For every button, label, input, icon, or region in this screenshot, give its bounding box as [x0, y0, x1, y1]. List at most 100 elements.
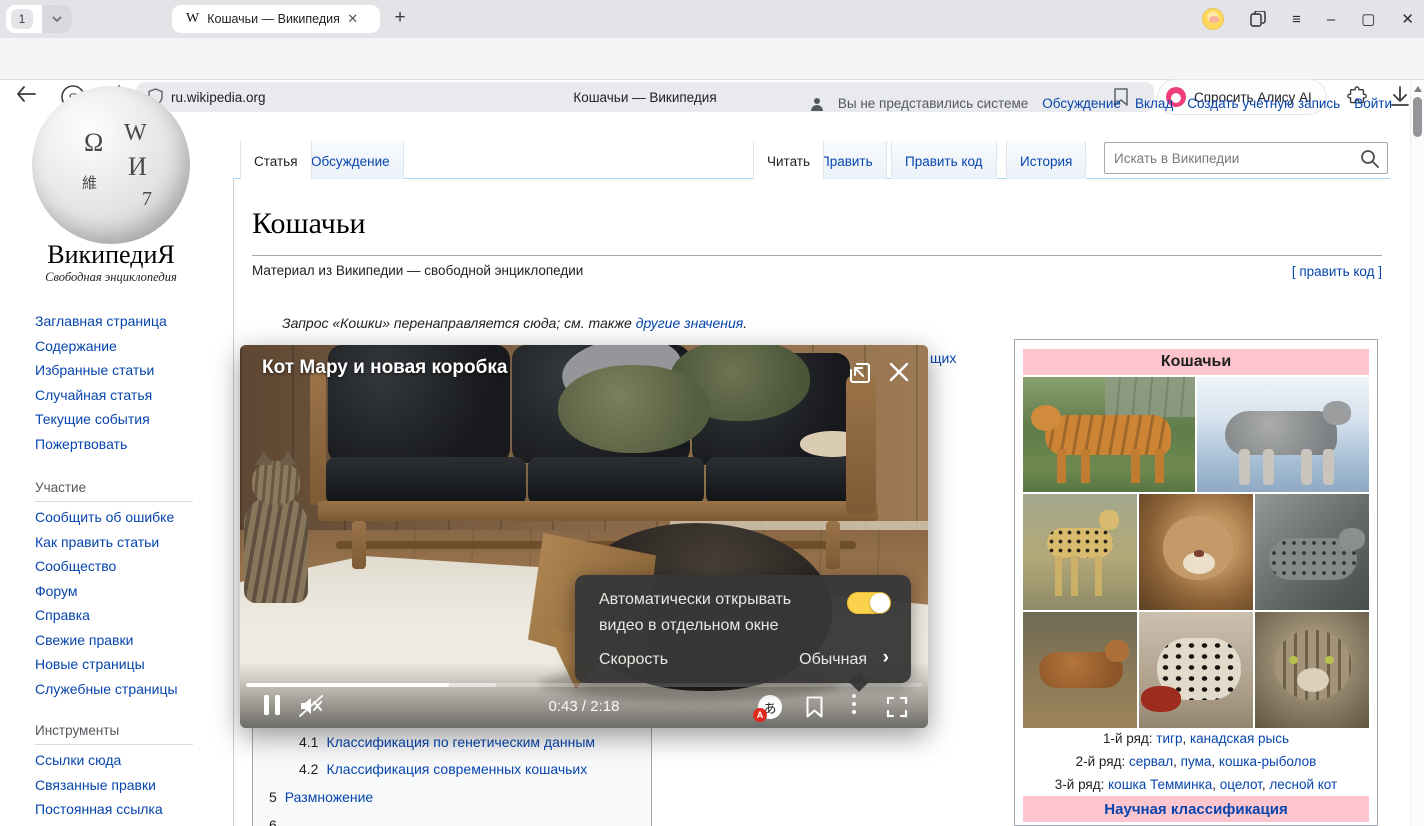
link-temminck-cat[interactable]: кошка Темминка: [1108, 777, 1212, 792]
sidebar-item-current-events[interactable]: Текущие события: [35, 411, 150, 427]
popout-icon[interactable]: [848, 361, 872, 385]
page-scrollbar[interactable]: [1410, 80, 1424, 826]
link-wildcat[interactable]: лесной кот: [1269, 777, 1337, 792]
scroll-up-arrow-icon[interactable]: [1414, 86, 1422, 92]
video-title: Кот Мару и новая коробка: [262, 357, 507, 379]
video-time: 0:43 / 2:18: [549, 698, 620, 715]
profile-avatar[interactable]: [1202, 8, 1224, 30]
sidebar-item-donate[interactable]: Пожертвовать: [35, 436, 127, 452]
video-menu-icon[interactable]: [852, 694, 856, 718]
downloads-icon[interactable]: [1390, 86, 1410, 108]
sidebar-item-recent-changes[interactable]: Свежие правки: [35, 632, 133, 648]
lynx-image[interactable]: [1197, 377, 1369, 492]
sidebar-item-random[interactable]: Случайная статья: [35, 387, 152, 403]
minimize-button[interactable]: –: [1327, 12, 1335, 27]
video-settings-popup: Автоматически открывать видео в отдельно…: [575, 575, 911, 683]
sidebar-item-special-pages[interactable]: Служебные страницы: [35, 681, 178, 697]
site-subtitle: Материал из Википедии — свободной энцикл…: [252, 263, 583, 278]
globe-glyph: 維: [82, 172, 97, 193]
sidebar-item-permanent-link[interactable]: Постоянная ссылка: [35, 801, 163, 817]
auto-open-toggle[interactable]: [847, 592, 891, 614]
save-bookmark-icon[interactable]: [806, 696, 823, 718]
sidebar-item-how-to-edit[interactable]: Как править статьи: [35, 534, 159, 550]
ocelot-image[interactable]: [1139, 612, 1253, 728]
tab-read[interactable]: Читать: [753, 141, 824, 179]
edit-source-link[interactable]: [ править код ]: [1292, 264, 1382, 279]
sidebar-item-featured[interactable]: Избранные статьи: [35, 362, 154, 378]
sidebar-item-main-page[interactable]: Заглавная страница: [35, 313, 167, 329]
link-fishing-cat[interactable]: кошка-рыболов: [1219, 754, 1316, 769]
puma-image[interactable]: [1139, 494, 1253, 610]
fishing-cat-image[interactable]: [1255, 494, 1369, 610]
taxobox-caption-row3: 3-й ряд: кошка Темминка, оцелот, лесной …: [1015, 777, 1377, 792]
wikipedia-wordmark[interactable]: ВикипедиЯ: [0, 240, 222, 270]
muted-volume-icon[interactable]: [298, 694, 324, 718]
link-puma[interactable]: пума: [1181, 754, 1212, 769]
toc-item[interactable]: 4.1Классификация по генетическим данным: [299, 734, 595, 750]
wikipedia-tagline: Свободная энциклопедия: [0, 270, 222, 285]
personal-link-contributions[interactable]: Вклад: [1135, 96, 1173, 111]
chevron-right-icon[interactable]: ›: [883, 647, 889, 669]
sidebar-item-report-error[interactable]: Сообщить об ошибке: [35, 509, 174, 525]
fullscreen-icon[interactable]: [886, 696, 908, 718]
tab-group-button[interactable]: 1: [6, 5, 72, 33]
sidebar-item-forum[interactable]: Форум: [35, 583, 78, 599]
browser-tab[interactable]: W Кошачьи — Википедия ✕: [172, 5, 380, 33]
sidebar-item-community[interactable]: Сообщество: [35, 558, 116, 574]
sidebar-item-help[interactable]: Справка: [35, 607, 90, 623]
new-tab-button[interactable]: +: [386, 4, 414, 32]
sidebar-header-tools: Инструменты: [35, 723, 193, 745]
personal-link-create-account[interactable]: Создать учётную запись: [1187, 96, 1340, 111]
tab-history[interactable]: История: [1006, 141, 1086, 179]
link-canada-lynx[interactable]: канадская рысь: [1190, 731, 1289, 746]
video-player[interactable]: Кот Мару и новая коробка 0:43 / 2:18 あ A: [240, 345, 928, 728]
video-close-icon[interactable]: [888, 361, 910, 383]
globe-glyph: Ω: [84, 128, 103, 158]
serval-image[interactable]: [1023, 494, 1137, 610]
tab-title: Кошачьи — Википедия: [207, 12, 347, 26]
sidebar-item-contents[interactable]: Содержание: [35, 338, 117, 354]
close-window-button[interactable]: ✕: [1401, 12, 1414, 27]
link-serval[interactable]: сервал: [1129, 754, 1173, 769]
wildcat-image[interactable]: [1255, 612, 1369, 728]
wiki-search: [1104, 142, 1388, 174]
personal-link-talk[interactable]: Обсуждение: [1042, 96, 1121, 111]
tab-article[interactable]: Статья: [240, 141, 312, 179]
scrollbar-thumb[interactable]: [1413, 97, 1422, 137]
temminck-cat-image[interactable]: [1023, 612, 1137, 728]
toc-item[interactable]: 6: [269, 817, 285, 826]
tab-close-icon[interactable]: ✕: [347, 11, 358, 27]
wikipedia-globe-logo[interactable]: Ω W И 7 維: [32, 86, 190, 244]
link-tiger[interactable]: тигр: [1156, 731, 1182, 746]
occluded-text-fragment[interactable]: щих: [930, 350, 956, 366]
search-icon[interactable]: [1360, 149, 1379, 168]
taxobox-title: Кошачьи: [1023, 349, 1369, 375]
sidebar-item-new-pages[interactable]: Новые страницы: [35, 656, 145, 672]
sidebar-item-what-links-here[interactable]: Ссылки сюда: [35, 752, 121, 768]
browser-menu-icon[interactable]: ≡: [1292, 12, 1301, 27]
auto-open-label: Автоматически открывать: [599, 591, 791, 609]
login-notice: Вы не представились системе: [838, 96, 1028, 111]
chevron-down-icon[interactable]: [42, 5, 72, 33]
tab-edit-source[interactable]: Править код: [891, 141, 997, 179]
speed-label: Скорость: [599, 651, 668, 669]
search-input[interactable]: [1105, 143, 1387, 173]
tiger-image[interactable]: [1023, 377, 1195, 492]
toc-item[interactable]: 5Размножение: [269, 789, 373, 805]
toc-item[interactable]: 4.2Классификация современных кошачьих: [299, 761, 587, 777]
taxobox-section-classification[interactable]: Научная классификация: [1023, 796, 1369, 822]
sidebar-tools-nav: Ссылки сюда Связанные правки Постоянная …: [35, 752, 163, 826]
link-ocelot[interactable]: оцелот: [1220, 777, 1262, 792]
sidebar-participation-nav: Сообщить об ошибке Как править статьи Со…: [35, 509, 178, 705]
pause-button[interactable]: [264, 695, 282, 715]
taxobox-image-grid: [1023, 377, 1369, 730]
maximize-button[interactable]: ▢: [1361, 12, 1375, 27]
tab-discussion[interactable]: Обсуждение: [297, 141, 404, 179]
hatnote-link[interactable]: другие значения: [636, 315, 744, 331]
panels-icon[interactable]: [1250, 11, 1266, 27]
taxobox-caption-row1: 1-й ряд: тигр, канадская рысь: [1015, 731, 1377, 746]
speed-value[interactable]: Обычная: [799, 651, 867, 669]
sidebar-item-related-changes[interactable]: Связанные правки: [35, 777, 156, 793]
personal-link-login[interactable]: Войти: [1354, 96, 1392, 111]
translate-video-icon[interactable]: あ A: [758, 695, 782, 719]
